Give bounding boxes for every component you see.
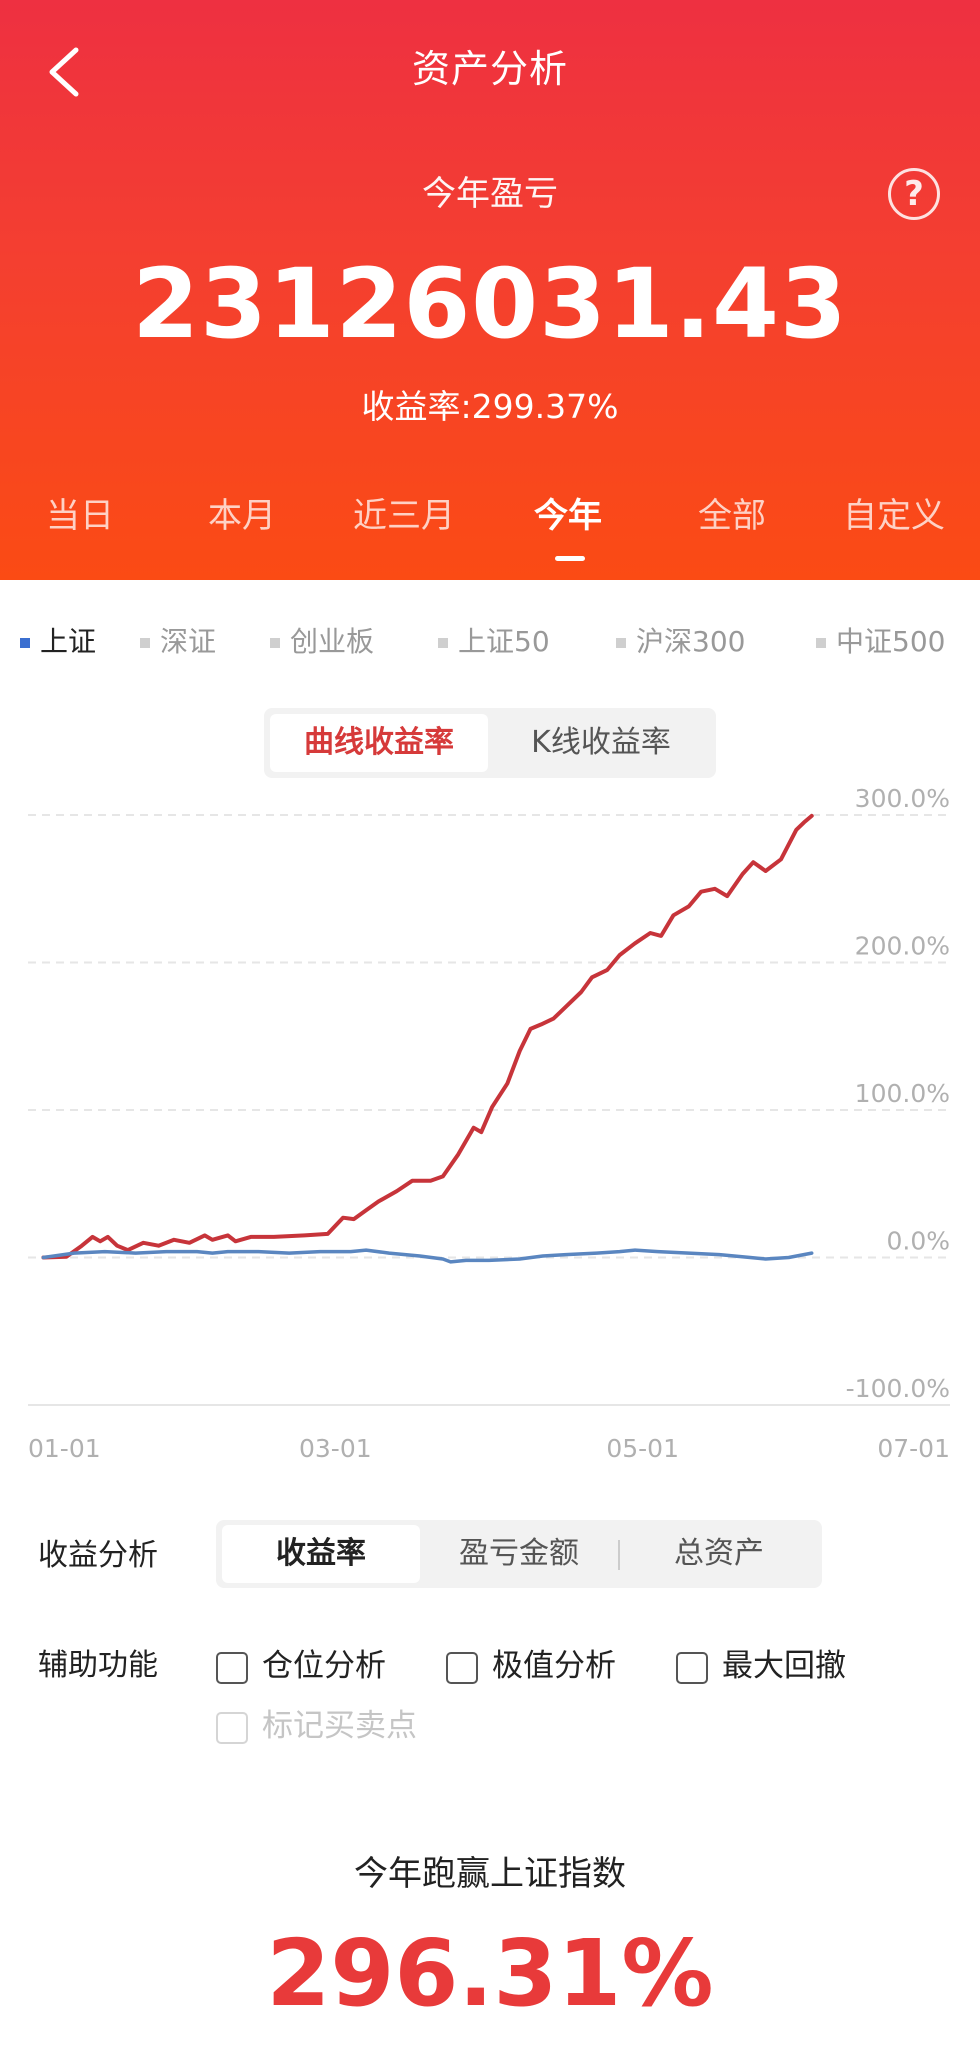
- y-tick-label: 200.0%: [855, 932, 950, 961]
- beat-index-value: 296.31%: [266, 1920, 714, 2027]
- analysis-pl-amount-option[interactable]: 盈亏金额: [420, 1525, 618, 1583]
- pl-value: 23126031.43: [132, 248, 848, 360]
- analysis-toggle: 收益率 盈亏金额 总资产: [216, 1520, 822, 1588]
- yield-text: 收益率:299.37%: [361, 387, 619, 426]
- x-tick-label: 05-01: [606, 1434, 679, 1463]
- period-tabs: 当日 本月 近三月 今年 全部 自定义: [0, 488, 980, 548]
- position-analysis-checkbox[interactable]: 仓位分析: [216, 1640, 386, 1685]
- x-tick-label: 03-01: [299, 1434, 372, 1463]
- chart-mode-toggle: 曲线收益率 K线收益率: [264, 708, 716, 778]
- legend-square-icon: [270, 638, 280, 648]
- max-drawdown-checkbox[interactable]: 最大回撤: [676, 1640, 846, 1685]
- curve-yield-option[interactable]: 曲线收益率: [270, 714, 488, 772]
- index-shanghai[interactable]: 上证: [20, 620, 96, 660]
- index-shenzhen[interactable]: 深证: [140, 620, 216, 660]
- checkbox-icon: [446, 1651, 478, 1684]
- y-tick-label: -100.0%: [846, 1374, 950, 1403]
- extreme-analysis-checkbox[interactable]: 极值分析: [446, 1640, 616, 1685]
- tab-three-months[interactable]: 近三月: [324, 488, 484, 537]
- analysis-yield-option[interactable]: 收益率: [222, 1525, 420, 1583]
- checkbox-icon: [216, 1651, 248, 1684]
- page-title: 资产分析: [411, 47, 568, 91]
- tab-this-year[interactable]: 今年: [488, 488, 648, 537]
- index-sse50[interactable]: 上证50: [438, 620, 550, 660]
- y-tick-label: 300.0%: [855, 784, 950, 813]
- index-csi300[interactable]: 沪深300: [616, 620, 745, 660]
- portfolio-yield-line: [41, 813, 814, 1260]
- legend-square-icon: [438, 638, 448, 648]
- y-tick-label: 0.0%: [886, 1227, 950, 1256]
- mark-trades-checkbox: 标记买卖点: [216, 1700, 417, 1745]
- beat-index-title: 今年跑赢上证指数: [354, 1854, 626, 1894]
- legend-square-icon: [816, 638, 826, 648]
- tab-custom[interactable]: 自定义: [814, 488, 974, 537]
- analysis-label: 收益分析: [38, 1538, 158, 1573]
- tab-all[interactable]: 全部: [652, 488, 812, 537]
- active-tab-indicator: [555, 556, 585, 561]
- header: 资产分析 今年盈亏 ? 23126031.43 收益率:299.37% 当日 本…: [0, 0, 980, 580]
- index-chinext[interactable]: 创业板: [270, 620, 374, 660]
- index-csi500[interactable]: 中证500: [816, 620, 945, 660]
- legend-square-icon: [140, 638, 150, 648]
- analysis-total-assets-option[interactable]: 总资产: [620, 1525, 818, 1583]
- y-tick-label: 100.0%: [855, 1079, 950, 1108]
- legend-square-icon: [616, 638, 626, 648]
- checkbox-icon: [216, 1711, 248, 1744]
- legend-square-icon: [20, 638, 30, 648]
- index-yield-line: [41, 1248, 814, 1264]
- yield-chart: 300.0% 200.0% 100.0% 0.0% -100.0% 01-01 03-01 0…: [28, 784, 950, 1463]
- x-tick-label: 01-01: [28, 1434, 101, 1463]
- tab-today[interactable]: 当日: [0, 488, 160, 537]
- kline-yield-option[interactable]: K线收益率: [492, 714, 710, 772]
- aux-label: 辅助功能: [38, 1648, 158, 1683]
- checkbox-icon: [676, 1651, 708, 1684]
- pl-label: 今年盈亏: [422, 174, 558, 214]
- tab-month[interactable]: 本月: [162, 488, 322, 537]
- help-icon[interactable]: ?: [888, 168, 940, 220]
- x-tick-label: 07-01: [877, 1434, 950, 1463]
